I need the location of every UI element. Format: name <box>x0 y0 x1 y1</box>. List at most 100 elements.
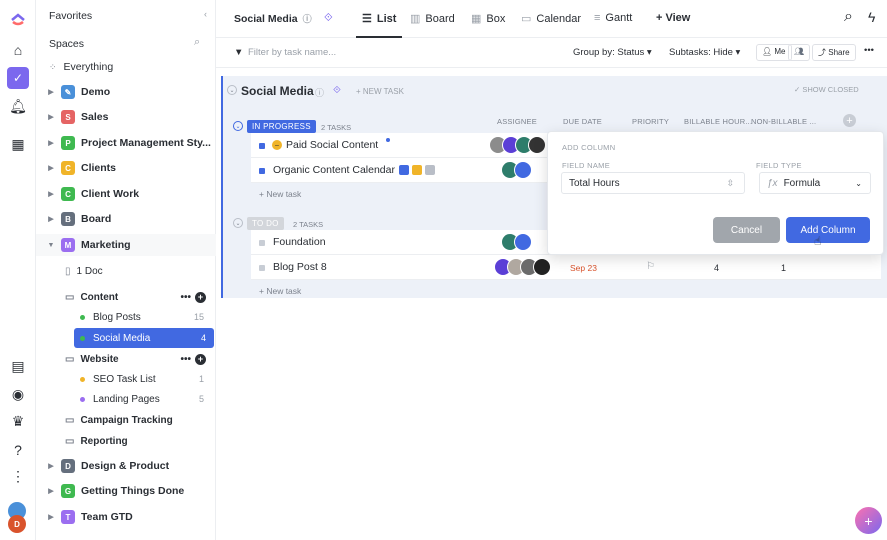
flag-icon[interactable]: ⚐ <box>646 261 655 272</box>
caret-right-icon[interactable]: ▶ <box>44 190 58 198</box>
list-social-media[interactable]: Social Media 4 <box>74 328 214 348</box>
caret-right-icon[interactable]: ▶ <box>44 462 58 470</box>
status-badge[interactable]: IN PROGRESS <box>247 120 316 133</box>
add-view-button[interactable]: + View <box>656 12 690 24</box>
space-design-product[interactable]: ▶ D Design & Product <box>36 455 216 477</box>
doc-item[interactable]: ▯ 1 Doc <box>36 261 216 281</box>
tab-board[interactable]: ▥ Board <box>410 12 455 26</box>
task-name[interactable]: Blog Post 8 <box>273 261 327 273</box>
search-icon[interactable]: ⌕ <box>844 8 853 26</box>
add-column-button[interactable]: Add Column <box>786 217 870 243</box>
info-icon[interactable]: ⓘ <box>303 12 312 25</box>
docs-icon[interactable]: ▤ <box>9 357 27 375</box>
search-icon[interactable]: ⌕ <box>194 36 200 49</box>
list-landing-pages[interactable]: Landing Pages 5 <box>36 389 216 409</box>
folder-reporting[interactable]: ▭ Reporting <box>36 431 216 451</box>
filter-icon[interactable]: ▼ <box>234 47 243 58</box>
column-due-date[interactable]: DUE DATE <box>563 117 602 126</box>
table-row[interactable]: Blog Post 8 Sep 23 ⚐ 4 1 <box>251 255 881 280</box>
caret-right-icon[interactable]: ▶ <box>44 164 58 172</box>
lightning-icon[interactable]: ϟ <box>868 9 875 25</box>
collapse-group-icon[interactable]: ⌄ <box>233 218 243 228</box>
field-name-input[interactable]: Total Hours ⇳ <box>561 172 745 194</box>
caret-right-icon[interactable]: ▶ <box>44 113 58 121</box>
caret-down-icon[interactable]: ▼ <box>44 242 58 249</box>
list-seo-task-list[interactable]: SEO Task List 1 <box>36 369 216 389</box>
group-by-button[interactable]: Group by: Status ▾ <box>573 47 652 58</box>
dashboard-icon[interactable]: ▦ <box>9 135 27 153</box>
space-getting-things-done[interactable]: ▶ G Getting Things Done <box>36 480 216 502</box>
more-dots-icon[interactable]: ••• <box>180 292 191 303</box>
space-demo[interactable]: ▶ ✎ Demo <box>36 81 216 103</box>
embed-icon[interactable]: ⟐ <box>333 85 341 96</box>
everything-item[interactable]: ⁘ Everything <box>36 56 216 78</box>
notifications-icon[interactable]: 🔔︎ <box>9 97 27 115</box>
new-task-button[interactable]: + New task <box>259 286 301 296</box>
status-square[interactable] <box>259 265 265 271</box>
add-icon[interactable]: + <box>195 291 206 303</box>
collapse-icon[interactable]: ⌄ <box>227 85 237 95</box>
favorites-label[interactable]: Favorites <box>49 10 92 22</box>
user-avatar[interactable]: D <box>8 515 26 533</box>
show-closed-button[interactable]: ✓ SHOW CLOSED <box>794 85 859 94</box>
me-button[interactable]: 👤︎ Me <box>756 44 792 61</box>
share-button[interactable]: ⤴ Share <box>812 44 856 61</box>
caret-right-icon[interactable]: ▶ <box>44 139 58 147</box>
space-sales[interactable]: ▶ S Sales <box>36 106 216 128</box>
collapse-sidebar-icon[interactable]: ‹ <box>204 9 207 19</box>
tag-chips[interactable] <box>399 165 435 175</box>
status-badge[interactable]: TO DO <box>247 217 284 230</box>
caret-right-icon[interactable]: ▶ <box>44 215 58 223</box>
add-icon[interactable]: + <box>195 353 206 365</box>
tasks-icon[interactable]: ✓ <box>7 67 29 89</box>
cancel-button[interactable]: Cancel <box>713 217 780 243</box>
column-priority[interactable]: PRIORITY <box>632 117 669 126</box>
column-non-billable[interactable]: NON-BILLABLE ... <box>751 117 816 126</box>
space-project-management[interactable]: ▶ P Project Management Sty... <box>36 132 216 154</box>
folder-website[interactable]: ▭ Website ••• + <box>36 349 216 369</box>
new-task-header-button[interactable]: + NEW TASK <box>356 87 404 96</box>
clickup-logo-icon[interactable] <box>9 8 27 26</box>
filter-input[interactable]: Filter by task name... <box>248 47 336 58</box>
folder-content[interactable]: ▭ Content ••• + <box>36 287 216 307</box>
list-blog-posts[interactable]: Blog Posts 15 <box>36 307 216 327</box>
subtasks-button[interactable]: Subtasks: Hide ▾ <box>669 47 740 58</box>
pulse-icon[interactable]: ◉ <box>9 385 27 403</box>
help-icon[interactable]: ? <box>9 441 27 459</box>
create-fab-button[interactable]: + <box>855 507 882 534</box>
status-square[interactable] <box>259 168 265 174</box>
folder-campaign-tracking[interactable]: ▭ Campaign Tracking <box>36 410 216 430</box>
column-assignee[interactable]: ASSIGNEE <box>497 117 537 126</box>
more-icon[interactable]: ⋮ <box>9 467 27 485</box>
column-billable-hours[interactable]: BILLABLE HOUR... <box>684 117 752 126</box>
info-icon[interactable]: ⓘ <box>315 86 324 99</box>
assignees-icon[interactable]: 👥︎ <box>788 44 811 61</box>
embed-icon[interactable]: ⟐ <box>324 12 333 25</box>
space-clients[interactable]: ▶ C Clients <box>36 157 216 179</box>
tab-gantt[interactable]: ≡ Gantt <box>594 12 632 24</box>
due-date[interactable]: Sep 23 <box>570 263 597 273</box>
caret-right-icon[interactable]: ▶ <box>44 513 58 521</box>
breadcrumb[interactable]: Social Media ⓘ <box>234 12 312 25</box>
status-square[interactable] <box>259 240 265 246</box>
task-name[interactable]: Paid Social Content <box>286 139 378 151</box>
collapse-group-icon[interactable]: ⌄ <box>233 121 243 131</box>
space-board[interactable]: ▶ B Board <box>36 208 216 230</box>
more-dots-icon[interactable]: ••• <box>180 354 191 365</box>
tab-calendar[interactable]: ▭ Calendar <box>521 12 581 26</box>
field-type-select[interactable]: ƒx Formula ⌄ <box>759 172 871 194</box>
assignee-avatars[interactable] <box>501 161 532 179</box>
assignee-avatars[interactable] <box>501 233 532 251</box>
home-icon[interactable]: ⌂ <box>9 41 27 59</box>
add-column-icon[interactable]: + <box>843 114 856 127</box>
non-billable-value[interactable]: 1 <box>781 263 786 273</box>
assignee-avatars[interactable] <box>494 258 551 276</box>
task-name[interactable]: Foundation <box>273 236 326 248</box>
goals-icon[interactable]: ♛ <box>9 412 27 430</box>
assignee-avatars[interactable] <box>489 136 546 154</box>
more-dots-icon[interactable]: ••• <box>864 45 874 56</box>
tab-box[interactable]: ▦ Box <box>471 12 505 26</box>
space-team-gtd[interactable]: ▶ T Team GTD <box>36 506 216 528</box>
space-client-work[interactable]: ▶ C Client Work <box>36 183 216 205</box>
billable-hours-value[interactable]: 4 <box>714 263 719 273</box>
